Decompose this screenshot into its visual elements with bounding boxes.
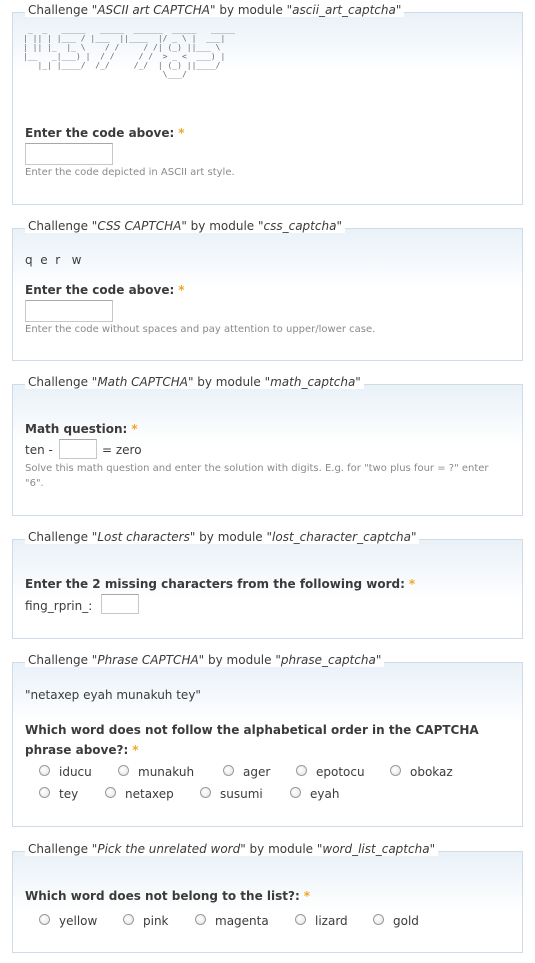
required-marker: * (132, 743, 139, 757)
lost-characters-word: fing_rprin_: (25, 599, 93, 613)
radio-label-yellow[interactable]: yellow (59, 914, 97, 928)
ascii-code-description: Enter the code depicted in ASCII art sty… (25, 167, 235, 178)
radio-yellow[interactable] (39, 914, 50, 925)
radio-tey[interactable] (39, 787, 50, 798)
radio-label-susumi[interactable]: susumi (220, 787, 263, 801)
radio-lizard[interactable] (295, 914, 306, 925)
radio-label-munakuh[interactable]: munakuh (138, 765, 194, 779)
radio-pink[interactable] (123, 914, 134, 925)
css-code-label: Enter the code above: * (25, 283, 185, 297)
radio-susumi[interactable] (200, 787, 211, 798)
radio-label-iducu[interactable]: iducu (59, 765, 92, 779)
radio-label-lizard[interactable]: lizard (315, 914, 348, 928)
math-captcha-legend: Challenge "Math CAPTCHA" by module "math… (25, 375, 364, 389)
phrase-captcha-fieldset: Challenge "Phrase CAPTCHA" by module "ph… (12, 653, 523, 827)
radio-epotocu[interactable] (296, 765, 307, 776)
radio-label-obokaz[interactable]: obokaz (410, 765, 453, 779)
word-list-question-label: Which word does not belong to the list?:… (25, 889, 311, 903)
css-captcha-fieldset: Challenge "CSS CAPTCHA" by module "css_c… (12, 219, 523, 361)
phrase-captcha-legend: Challenge "Phrase CAPTCHA" by module "ph… (25, 653, 385, 667)
radio-obokaz[interactable] (390, 765, 401, 776)
captcha-phrase: "netaxep eyah munakuh tey" (25, 688, 201, 702)
lost-characters-legend: Challenge "Lost characters" by module "l… (25, 530, 420, 544)
math-description: Solve this math question and enter the s… (25, 463, 489, 489)
math-captcha-fieldset: Challenge "Math CAPTCHA" by module "math… (12, 375, 523, 516)
radio-netaxep[interactable] (105, 787, 116, 798)
radio-eyah[interactable] (290, 787, 301, 798)
lost-characters-input[interactable] (101, 594, 139, 614)
radio-label-tey[interactable]: tey (59, 787, 78, 801)
css-captcha-legend: Challenge "CSS CAPTCHA" by module "css_c… (25, 219, 345, 233)
radio-label-ager[interactable]: ager (243, 765, 270, 779)
lost-characters-label: Enter the 2 missing characters from the … (25, 577, 416, 591)
ascii-captcha-fieldset: Challenge "ASCII art CAPTCHA" by module … (12, 3, 523, 205)
css-captcha-code: q e r w (25, 253, 82, 267)
ascii-code-input[interactable] (25, 143, 113, 165)
radio-label-gold[interactable]: gold (393, 914, 419, 928)
required-marker: * (303, 889, 311, 903)
ascii-code-label: Enter the code above: * (25, 126, 185, 140)
phrase-question-label: Which word does not follow the alphabeti… (25, 723, 479, 757)
math-question-suffix: = zero (102, 443, 142, 457)
radio-label-netaxep[interactable]: netaxep (125, 787, 174, 801)
math-question-prefix: ten - (25, 443, 53, 457)
radio-iducu[interactable] (39, 765, 50, 776)
radio-label-pink[interactable]: pink (143, 914, 169, 928)
required-marker: * (131, 422, 138, 436)
css-code-description: Enter the code without spaces and pay at… (25, 324, 376, 335)
math-question-label: Math question: * (25, 422, 138, 436)
ascii-captcha-legend: Challenge "ASCII art CAPTCHA" by module … (25, 3, 405, 17)
radio-munakuh[interactable] (118, 765, 129, 776)
math-answer-input[interactable] (59, 439, 97, 459)
radio-label-eyah[interactable]: eyah (310, 787, 339, 801)
radio-ager[interactable] (223, 765, 234, 776)
css-code-input[interactable] (25, 300, 113, 322)
word-list-captcha-fieldset: Challenge "Pick the unrelated word" by m… (12, 842, 523, 953)
lost-characters-fieldset: Challenge "Lost characters" by module "l… (12, 530, 523, 639)
word-list-captcha-legend: Challenge "Pick the unrelated word" by m… (25, 842, 439, 856)
required-marker: * (178, 126, 185, 140)
radio-magenta[interactable] (195, 914, 206, 925)
radio-label-epotocu[interactable]: epotocu (316, 765, 365, 779)
ascii-art-code: _ _ _____ _____ ______ _____ _____ | || … (23, 25, 235, 79)
required-marker: * (408, 577, 416, 591)
radio-label-magenta[interactable]: magenta (215, 914, 269, 928)
required-marker: * (178, 283, 185, 297)
radio-gold[interactable] (373, 914, 384, 925)
